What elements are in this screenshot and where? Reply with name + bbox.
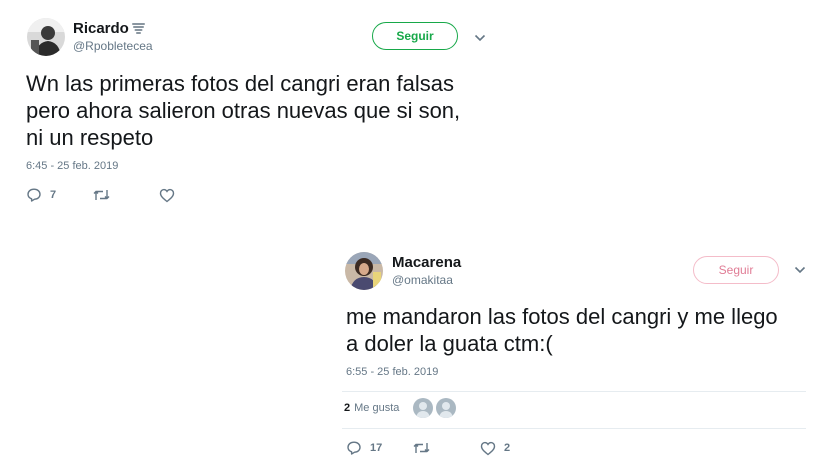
- tornado-icon: [131, 22, 145, 36]
- retweet-icon: [93, 188, 110, 202]
- like-button[interactable]: [159, 188, 183, 203]
- tweet-text: me mandaron las fotos del cangri y me ll…: [346, 304, 778, 356]
- tweet-timestamp[interactable]: 6:45 - 25 feb. 2019: [26, 160, 118, 172]
- likes-summary-label: Me gusta: [354, 402, 400, 414]
- display-name[interactable]: Macarena: [392, 254, 461, 271]
- heart-icon: [159, 188, 175, 203]
- tweet-timestamp[interactable]: 6:55 - 25 feb. 2019: [346, 366, 438, 378]
- tweet-ricardo: Ricardo @Rpobletecea Seguir Wn las prime…: [0, 0, 500, 215]
- display-name[interactable]: Ricardo: [73, 20, 129, 37]
- chevron-down-icon[interactable]: [792, 262, 808, 278]
- reply-button[interactable]: 7: [26, 187, 93, 203]
- retweet-icon: [413, 441, 430, 455]
- reply-icon: [26, 187, 42, 203]
- like-count: 2: [504, 442, 511, 454]
- retweet-button[interactable]: [93, 188, 159, 202]
- heart-icon: [480, 441, 496, 456]
- like-button[interactable]: 2: [480, 441, 510, 456]
- likes-summary[interactable]: 2 Me gusta: [344, 398, 457, 418]
- reply-button[interactable]: 17: [346, 440, 413, 456]
- chevron-down-icon[interactable]: [472, 30, 488, 46]
- reply-icon: [346, 440, 362, 456]
- reply-count: 7: [50, 189, 57, 201]
- tweet-macarena: Macarena @omakitaa Seguir me mandaron la…: [330, 240, 830, 467]
- retweet-button[interactable]: [413, 441, 480, 455]
- liker-avatar[interactable]: [413, 398, 434, 418]
- tweet-actions: 7: [26, 187, 183, 203]
- follow-button[interactable]: Seguir: [372, 22, 458, 50]
- avatar[interactable]: [345, 252, 383, 290]
- follow-button[interactable]: Seguir: [693, 256, 779, 284]
- user-handle[interactable]: @Rpobletecea: [73, 39, 153, 53]
- tweet-text: Wn las primeras fotos del cangri eran fa…: [26, 71, 461, 150]
- user-name-row[interactable]: Ricardo: [73, 20, 145, 37]
- likers-avatars: [413, 398, 457, 418]
- likes-summary-count: 2: [344, 402, 351, 414]
- user-name-row[interactable]: Macarena: [392, 254, 461, 271]
- divider: [342, 391, 806, 392]
- avatar[interactable]: [27, 18, 65, 56]
- reply-count: 17: [370, 442, 383, 454]
- user-handle[interactable]: @omakitaa: [392, 273, 453, 287]
- liker-avatar[interactable]: [436, 398, 457, 418]
- tweet-actions: 17 2: [346, 440, 510, 456]
- divider: [342, 428, 806, 429]
